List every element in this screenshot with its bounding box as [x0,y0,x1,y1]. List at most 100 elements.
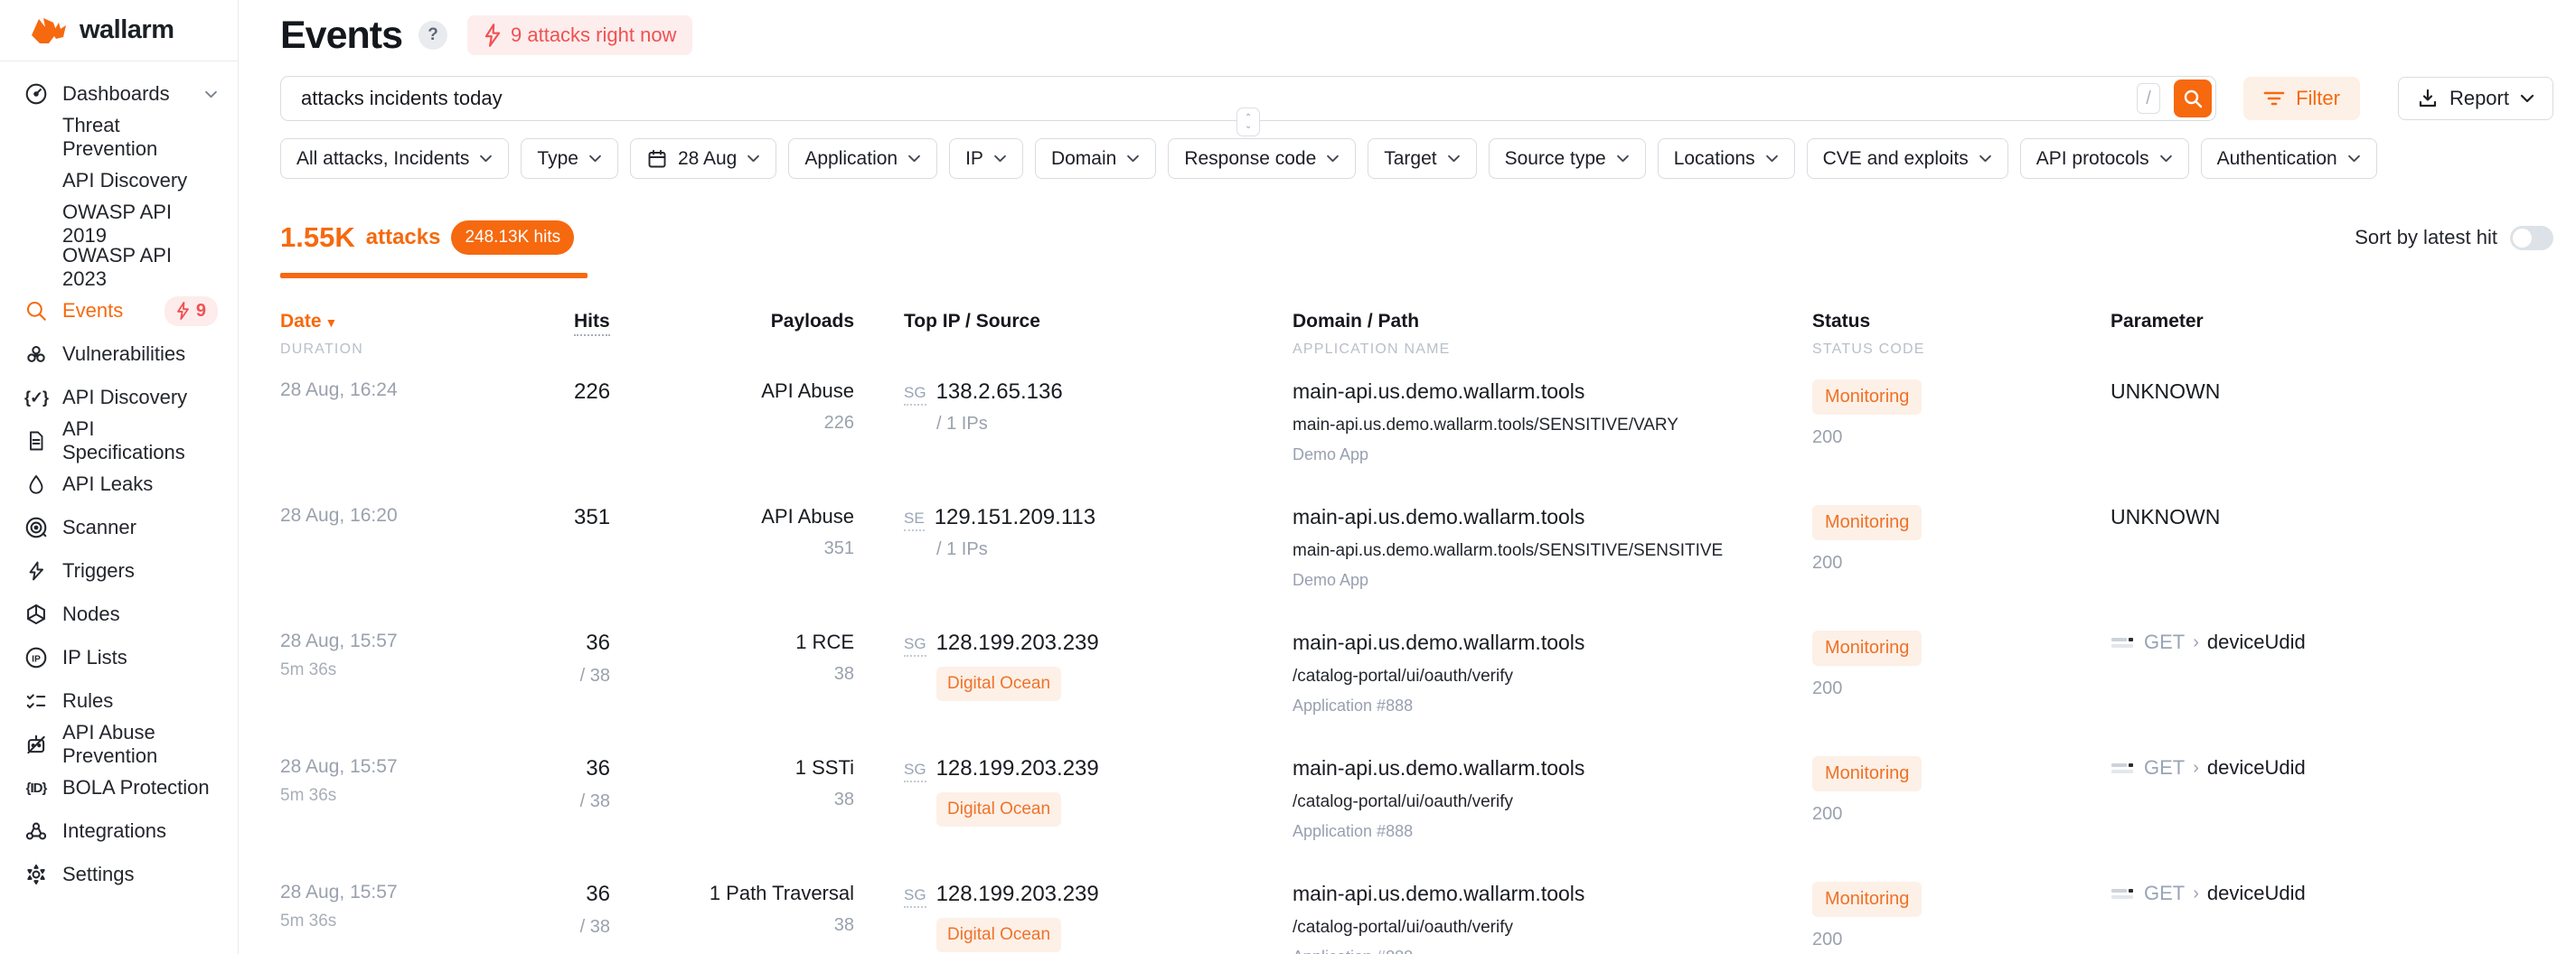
filter-chip-type[interactable]: Type [521,138,618,179]
sidebar-item-ip-lists[interactable]: IPIP Lists [0,636,238,679]
filter-chip-response-code[interactable]: Response code [1168,138,1356,179]
hits-value: 36 [574,882,610,907]
sidebar-item-integrations[interactable]: Integrations [0,809,238,853]
sidebar-item-rules[interactable]: Rules [0,679,238,723]
source-provider-tag[interactable]: Digital Ocean [936,667,1061,701]
hits-total: / 38 [574,666,610,687]
sort-by-latest-hit: Sort by latest hit [2355,226,2553,250]
sidebar-item-threat-prevention[interactable]: Threat Prevention [0,116,238,159]
breadcrumb-arrow: › [2193,884,2199,904]
source-provider-tag[interactable]: Digital Ocean [936,792,1061,827]
svg-text:IP: IP [32,654,41,664]
sidebar-item-api-discovery[interactable]: {✓}API Discovery [0,376,238,419]
parameter-value: deviceUdid [2207,882,2306,905]
sidebar-item-bola-protection[interactable]: {ID}BOLA Protection [0,766,238,809]
ip-address[interactable]: 128.199.203.239 [936,882,1099,907]
filter-chip-label: All attacks, Incidents [296,148,469,170]
filter-chip-28-aug[interactable]: 28 Aug [630,138,776,179]
event-row[interactable]: 28 Aug, 15:575m 36s36/ 381 Path Traversa… [280,882,2553,954]
sidebar-item-api-specifications[interactable]: API Specifications [0,419,238,463]
payloads-cell: 1 SSTi38 [628,756,881,860]
top-ip-cell: SG128.199.203.239Digital Ocean [881,882,1270,954]
status-code: 200 [1812,553,2088,574]
logo[interactable]: wallarm [0,0,238,61]
parameter-value: UNKNOWN [2111,505,2553,529]
ip-address[interactable]: 129.151.209.113 [935,505,1095,530]
date-cell: 28 Aug, 15:575m 36s [280,882,574,954]
parameter-location: GET [2144,882,2185,905]
ip-address[interactable]: 128.199.203.239 [936,756,1099,781]
search-button[interactable] [2174,80,2212,117]
path: /catalog-portal/ui/oauth/verify [1293,667,1790,687]
domain[interactable]: main-api.us.demo.wallarm.tools [1293,379,1790,404]
event-row[interactable]: 28 Aug, 16:24226API Abuse226SG138.2.65.1… [280,379,2553,483]
column-header-parameter[interactable]: Parameter [2088,311,2553,358]
sidebar-item-api-discovery[interactable]: API Discovery [0,159,238,202]
column-header-domain[interactable]: Domain / Path APPLICATION NAME [1270,311,1790,358]
status-cell: Monitoring200 [1790,505,2088,609]
column-header-date[interactable]: Date▼ DURATION [280,311,574,358]
date-cell: 28 Aug, 15:575m 36s [280,756,574,860]
sidebar-item-settings[interactable]: Settings [0,853,238,896]
status-code: 200 [1812,804,2088,825]
chevron-down-icon [1765,154,1779,163]
filter-chip-label: CVE and exploits [1823,148,1969,170]
filter-chip-locations[interactable]: Locations [1658,138,1795,179]
sidebar-item-owasp-api-2023[interactable]: OWASP API 2023 [0,246,238,289]
sidebar-item-api-leaks[interactable]: API Leaks [0,463,238,506]
events-table-body: 28 Aug, 16:24226API Abuse226SG138.2.65.1… [280,379,2553,954]
radar-icon [24,515,49,540]
search-expand-handle[interactable]: ⌃ ⌄ [1236,108,1260,136]
filter-chip-all-attacks-incidents[interactable]: All attacks, Incidents [280,138,509,179]
column-header-payloads[interactable]: Payloads [628,311,881,358]
sidebar-item-label: Settings [62,863,135,886]
sort-desc-icon: ▼ [325,315,338,330]
ip-address[interactable]: 128.199.203.239 [936,631,1099,656]
event-row[interactable]: 28 Aug, 15:575m 36s36/ 381 SSTi38SG128.1… [280,756,2553,860]
domain[interactable]: main-api.us.demo.wallarm.tools [1293,882,1790,906]
sidebar-item-api-abuse-prevention[interactable]: API Abuse Prevention [0,723,238,766]
help-icon[interactable]: ? [418,21,447,50]
column-header-status[interactable]: Status STATUS CODE [1790,311,2088,358]
sidebar: wallarm DashboardsThreat PreventionAPI D… [0,0,239,954]
tab-attacks[interactable]: 1.55K attacks 248.13K hits [280,220,574,255]
column-header-top-ip[interactable]: Top IP / Source [881,311,1270,358]
sidebar-item-owasp-api-2019[interactable]: OWASP API 2019 [0,202,238,246]
source-provider-tag[interactable]: Digital Ocean [936,918,1061,952]
domain[interactable]: main-api.us.demo.wallarm.tools [1293,756,1790,781]
domain[interactable]: main-api.us.demo.wallarm.tools [1293,505,1790,529]
filter-chip-application[interactable]: Application [788,138,937,179]
sidebar-item-dashboards[interactable]: Dashboards [0,72,238,116]
attacks-now-badge[interactable]: 9 attacks right now [467,15,692,55]
status-cell: Monitoring200 [1790,882,2088,954]
payload-count: 38 [628,790,854,810]
domain[interactable]: main-api.us.demo.wallarm.tools [1293,631,1790,655]
filter-button[interactable]: Filter [2243,77,2360,120]
sidebar-item-events[interactable]: Events9 [0,289,238,332]
sidebar-item-vulnerabilities[interactable]: Vulnerabilities [0,332,238,376]
column-header-hits[interactable]: Hits [574,311,628,358]
filter-chip-label: Authentication [2217,148,2337,170]
report-button[interactable]: Report [2398,77,2553,120]
payloads-cell: API Abuse351 [628,505,881,609]
filter-chip-api-protocols[interactable]: API protocols [2020,138,2189,179]
filter-chip-authentication[interactable]: Authentication [2201,138,2377,179]
payload-count: 38 [628,664,854,685]
sidebar-item-triggers[interactable]: Triggers [0,549,238,593]
filter-chip-source-type[interactable]: Source type [1489,138,1646,179]
status-cell: Monitoring200 [1790,756,2088,860]
filter-chip-ip[interactable]: IP [949,138,1023,179]
search-icon [24,298,49,323]
sidebar-item-nodes[interactable]: Nodes [0,593,238,636]
chevron-down-icon [588,154,602,163]
filter-chip-domain[interactable]: Domain [1035,138,1156,179]
status-code: 200 [1812,678,2088,699]
sort-toggle[interactable] [2510,226,2553,250]
filter-chip-target[interactable]: Target [1368,138,1476,179]
main-content: Events ? 9 attacks right now / ⌃ ⌄ [239,0,2576,954]
event-row[interactable]: 28 Aug, 16:20351API Abuse351SE129.151.20… [280,505,2553,609]
event-row[interactable]: 28 Aug, 15:575m 36s36/ 381 RCE38SG128.19… [280,631,2553,734]
sidebar-item-scanner[interactable]: Scanner [0,506,238,549]
ip-address[interactable]: 138.2.65.136 [936,379,1063,405]
filter-chip-cve-and-exploits[interactable]: CVE and exploits [1807,138,2008,179]
